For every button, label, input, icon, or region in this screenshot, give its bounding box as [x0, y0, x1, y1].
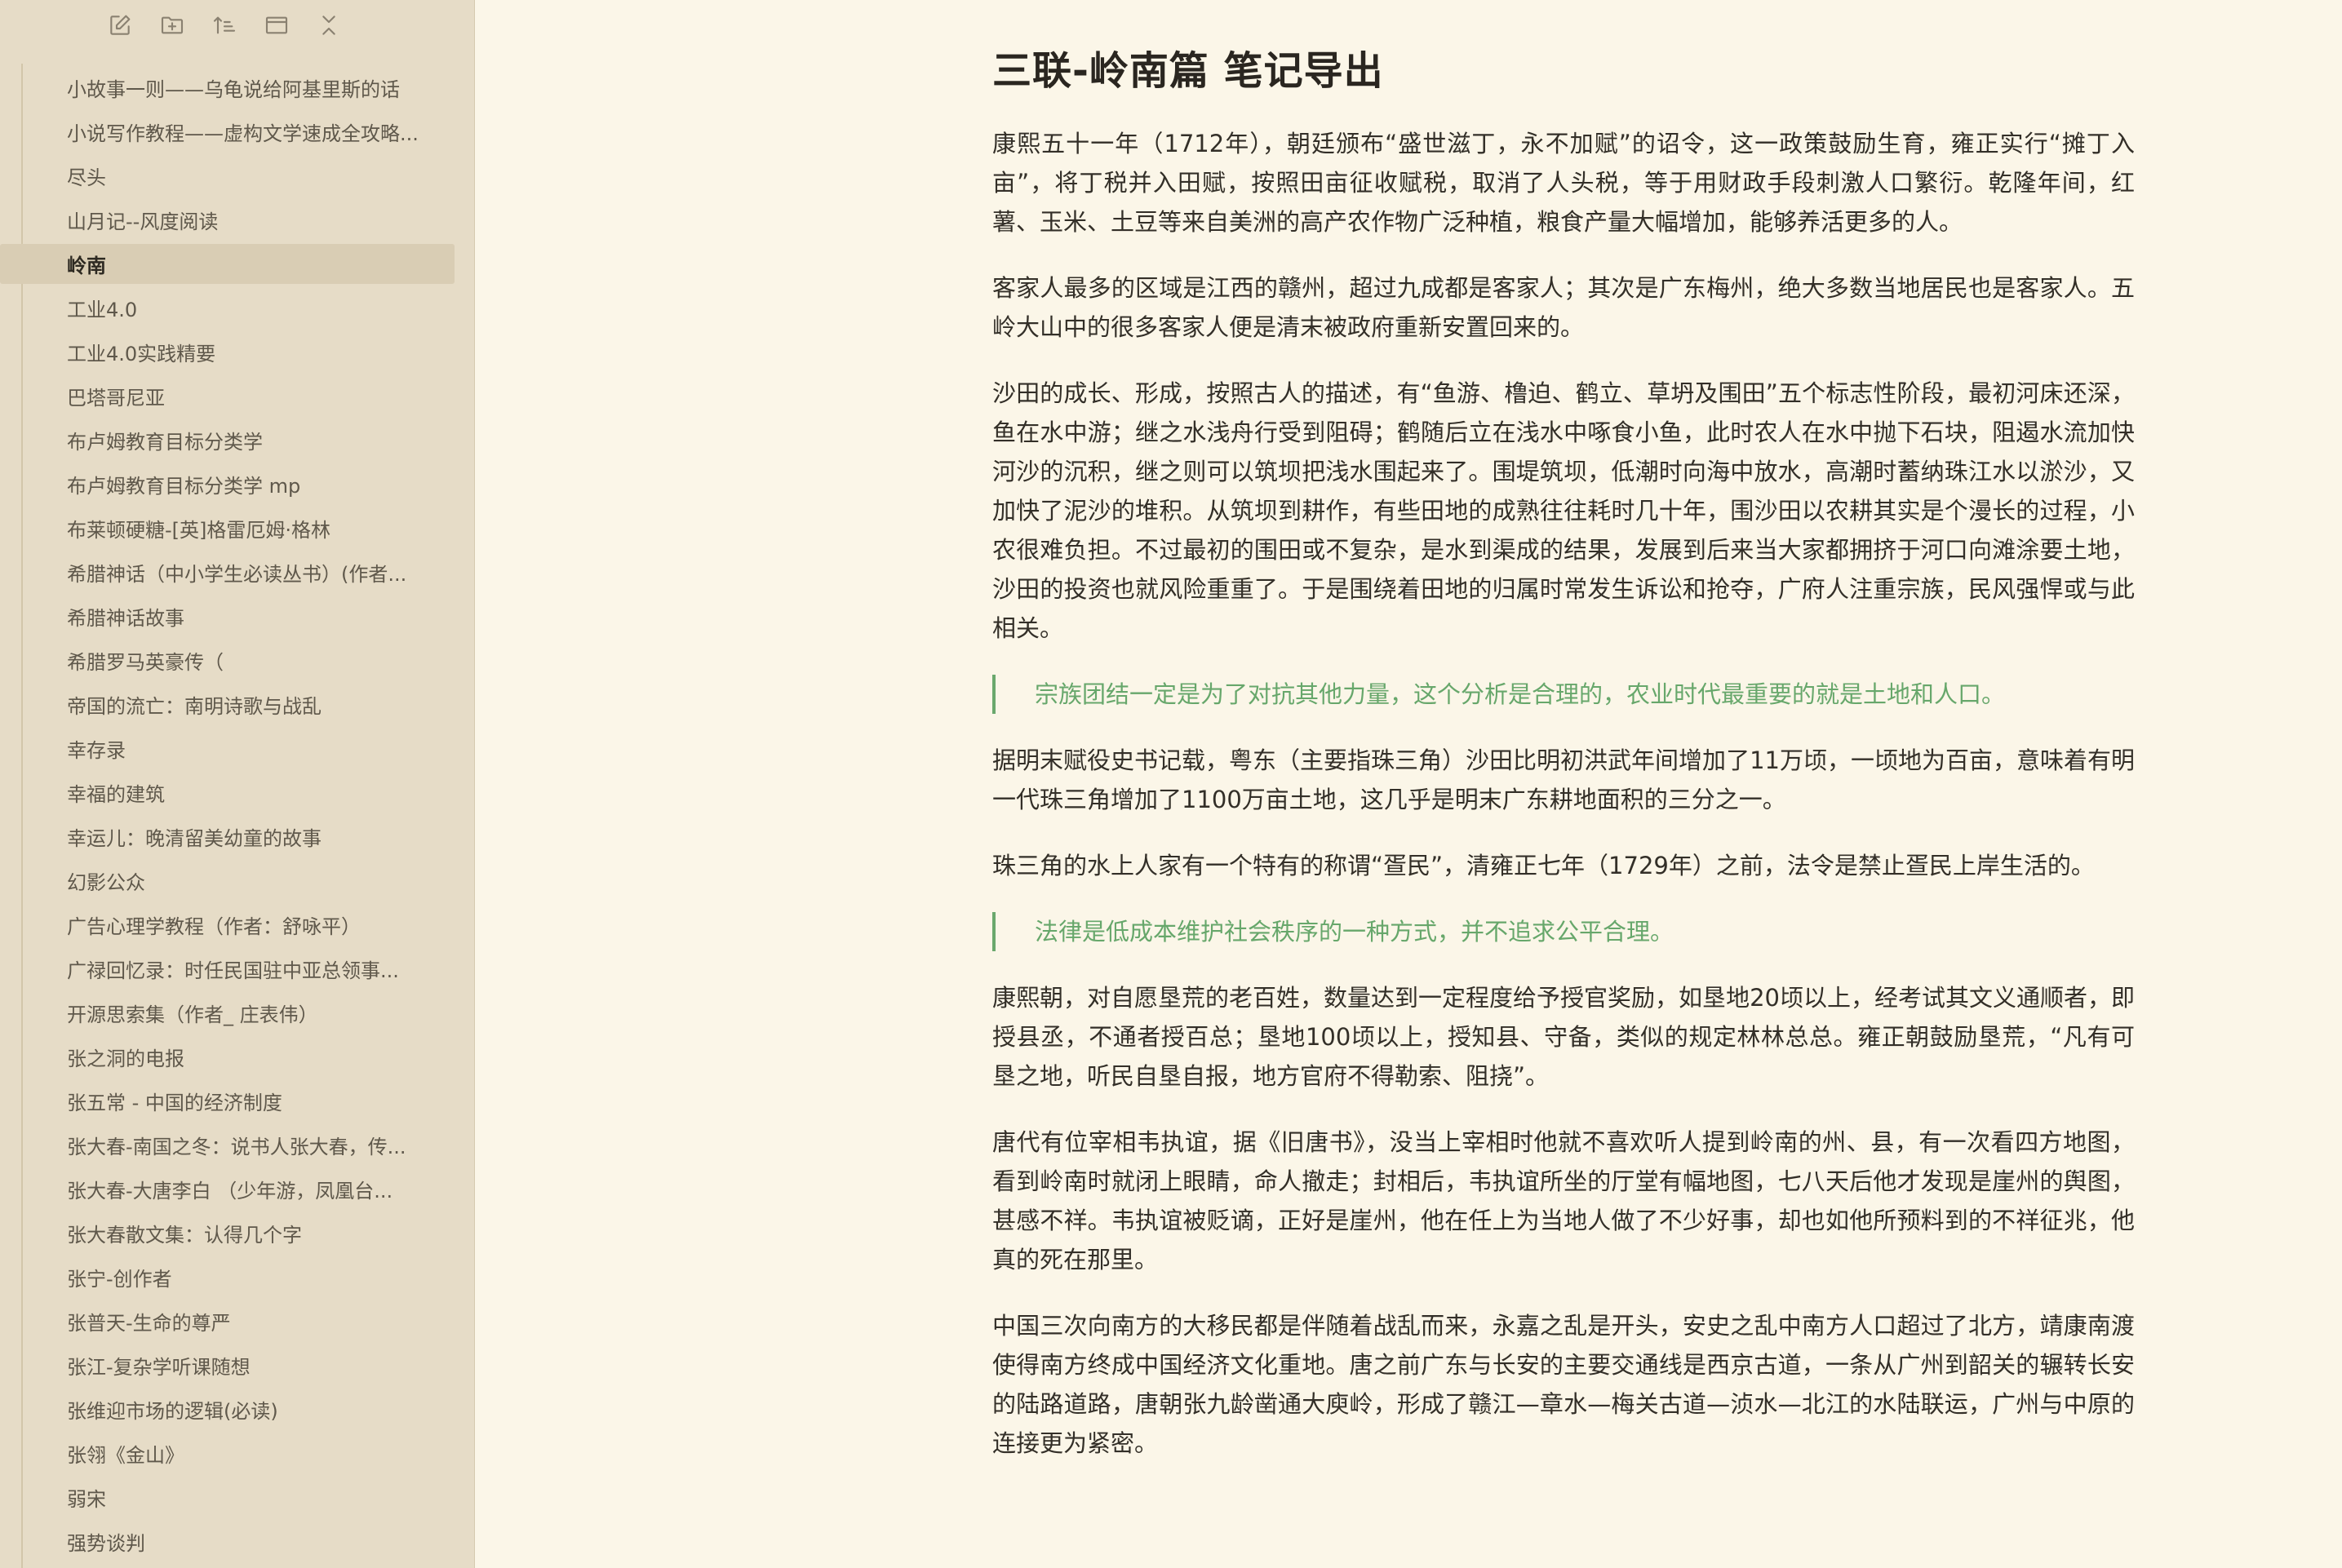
file-item-label: 希腊神话故事	[67, 607, 184, 630]
file-item-label: 广告心理学教程（作者：舒咏平）	[67, 915, 361, 938]
file-item-label: 弱宋	[67, 1488, 106, 1511]
file-item-label: 小故事一则——乌龟说给阿基里斯的话	[67, 78, 400, 101]
paragraph: 沙田的成长、形成，按照古人的描述，有“鱼游、橹迫、鹤立、草坍及围田”五个标志性阶…	[992, 379, 2135, 642]
file-item[interactable]: 张大春散文集：认得几个字	[0, 1213, 455, 1253]
new-note-button[interactable]	[106, 11, 134, 39]
paragraph: 中国三次向南方的大移民都是伴随着战乱而来，永嘉之乱是开头，安史之乱中南方人口超过…	[992, 1312, 2135, 1457]
file-item-label: 张普天-生命的尊严	[67, 1312, 231, 1335]
file-item[interactable]: 张翎《金山》	[0, 1433, 455, 1473]
paragraph: 珠三角的水上人家有一个特有的称谓“疍民”，清雍正七年（1729年）之前，法令是禁…	[992, 852, 2095, 879]
file-item-label: 张江-复杂学听课随想	[67, 1356, 251, 1379]
page-title: 三联-岭南篇 笔记导出	[992, 48, 1384, 94]
file-item[interactable]: 广告心理学教程（作者：舒咏平）	[0, 905, 455, 945]
file-list: 小故事一则——乌龟说给阿基里斯的话 小说写作教程——虚构文学速成全攻略... 尽头山…	[0, 68, 474, 1566]
file-item-label: 岭南	[67, 255, 106, 277]
file-item-label: 工业4.0	[67, 299, 138, 321]
file-item-label: 布卢姆教育目标分类学	[67, 431, 263, 454]
paragraph: 唐代有位宰相韦执谊，据《旧唐书》，没当上宰相时他就不喜欢听人提到岭南的州、县，有…	[992, 1128, 2135, 1273]
collapse-all-button[interactable]	[315, 11, 343, 39]
file-item[interactable]: 尽头	[0, 156, 455, 196]
file-item[interactable]: 小故事一则——乌龟说给阿基里斯的话	[0, 68, 455, 108]
file-item[interactable]: 希腊神话（中小学生必读丛书）(作者...	[0, 552, 455, 592]
file-item-label: 幸存录	[67, 739, 126, 762]
sidebar: 小故事一则——乌龟说给阿基里斯的话 小说写作教程——虚构文学速成全攻略... 尽头山…	[0, 0, 475, 1568]
file-item[interactable]: 张五常 - 中国的经济制度	[0, 1081, 455, 1121]
sort-icon	[213, 16, 236, 34]
file-item-label: 开源思索集（作者_ 庄表伟）	[67, 1003, 318, 1026]
file-item-label: 希腊罗马英豪传（	[67, 651, 224, 674]
file-item-label: 张大春-南国之冬：说书人张大春，传...	[67, 1136, 406, 1158]
file-item-label: 张宁-创作者	[67, 1268, 172, 1291]
file-item[interactable]: 张普天-生命的尊严	[0, 1301, 455, 1341]
file-item[interactable]: 布莱顿硬糖-[英]格雷厄姆·格林	[0, 508, 455, 548]
file-item-label: 张维迎市场的逻辑(必读)	[67, 1400, 278, 1423]
paragraph: 康熙朝，对自愿垦荒的老百姓，数量达到一定程度给予授官奖励，如垦地20顷以上，经考…	[992, 984, 2135, 1090]
file-item[interactable]: 布卢姆教育目标分类学	[0, 420, 455, 460]
file-item-label: 幻影公众	[67, 871, 145, 894]
file-item[interactable]: 幻影公众	[0, 861, 455, 901]
file-item[interactable]: 张大春-大唐李白 （少年游，凤凰台...	[0, 1169, 455, 1209]
file-item-label: 张翎《金山》	[67, 1444, 184, 1467]
file-item[interactable]: 山月记--风度阅读	[0, 200, 455, 240]
collapse-icon	[322, 16, 335, 35]
file-item[interactable]: 张江-复杂学听课随想	[0, 1345, 455, 1385]
file-item-label: 张大春散文集：认得几个字	[67, 1224, 302, 1247]
file-item-label: 小说写作教程——虚构文学速成全攻略...	[67, 122, 419, 145]
file-item-label: 张之洞的电报	[67, 1048, 184, 1070]
file-item[interactable]: 工业4.0	[0, 288, 455, 328]
file-item[interactable]: 布卢姆教育目标分类学 mp	[0, 464, 455, 504]
file-item[interactable]: 张宁-创作者	[0, 1257, 455, 1297]
file-item[interactable]: 巴塔哥尼亚	[0, 376, 455, 416]
new-folder-button[interactable]	[158, 11, 186, 39]
document-body: 康熙五十一年（1712年），朝廷颁布“盛世滋丁，永不加赋”的诏令，这一政策鼓励生…	[992, 124, 2135, 1463]
file-item-label: 张五常 - 中国的经济制度	[67, 1092, 282, 1114]
file-item-label: 广禄回忆录：时任民国驻中亚总领事...	[67, 959, 399, 982]
file-item[interactable]: 工业4.0实践精要	[0, 332, 455, 372]
file-item[interactable]: 强势谈判	[0, 1521, 455, 1561]
view-icon	[265, 16, 288, 34]
file-item-label: 巴塔哥尼亚	[67, 387, 165, 410]
file-item[interactable]: 张维迎市场的逻辑(必读)	[0, 1389, 455, 1429]
file-item[interactable]: 幸福的建筑	[0, 773, 455, 813]
file-item-label: 工业4.0实践精要	[67, 343, 216, 365]
sidebar-toolbar	[106, 11, 343, 39]
view-toggle-button[interactable]	[263, 11, 291, 39]
editor-pane: 三联-岭南篇 笔记导出 康熙五十一年（1712年），朝廷颁布“盛世滋丁，永不加赋…	[475, 0, 2342, 1568]
file-item-label: 布卢姆教育目标分类学 mp	[67, 475, 301, 498]
file-item-label: 尽头	[67, 166, 106, 189]
file-item-label: 幸福的建筑	[67, 783, 165, 806]
file-item-label: 布莱顿硬糖-[英]格雷厄姆·格林	[67, 519, 331, 542]
file-item-label: 山月记--风度阅读	[67, 210, 219, 233]
file-item-active[interactable]: 岭南	[0, 244, 455, 284]
file-item[interactable]: 张之洞的电报	[0, 1037, 455, 1077]
file-item[interactable]: 弱宋	[0, 1477, 455, 1517]
file-item[interactable]: 希腊神话故事	[0, 596, 455, 636]
sort-button[interactable]	[211, 11, 238, 39]
file-item[interactable]: 广禄回忆录：时任民国驻中亚总领事...	[0, 949, 455, 989]
file-item[interactable]: 希腊罗马英豪传（	[0, 640, 455, 680]
file-item-label: 幸运儿：晚清留美幼童的故事	[67, 827, 322, 850]
paragraph: 客家人最多的区域是江西的赣州，超过九成都是客家人；其次是广东梅州，绝大多数当地居…	[992, 274, 2135, 341]
blockquote: 法律是低成本维护社会秩序的一种方式，并不追求公平合理。	[992, 912, 2135, 951]
file-item-label: 强势谈判	[67, 1532, 145, 1555]
paragraph: 据明末赋役史书记载，粤东（主要指珠三角）沙田比明初洪武年间增加了11万顷，一顷地…	[992, 746, 2135, 813]
blockquote: 宗族团结一定是为了对抗其他力量，这个分析是合理的，农业时代最重要的就是土地和人口…	[992, 675, 2135, 714]
file-item-label: 张大春-大唐李白 （少年游，凤凰台...	[67, 1180, 393, 1203]
file-item[interactable]: 帝国的流亡：南明诗歌与战乱	[0, 684, 455, 724]
file-item[interactable]: 幸存录	[0, 729, 455, 768]
file-item[interactable]: 小说写作教程——虚构文学速成全攻略...	[0, 112, 455, 152]
document: 三联-岭南篇 笔记导出 康熙五十一年（1712年），朝廷颁布“盛世滋丁，永不加赋…	[992, 42, 2135, 1490]
app-window: 小故事一则——乌龟说给阿基里斯的话 小说写作教程——虚构文学速成全攻略... 尽头山…	[0, 0, 2342, 1568]
new-folder-icon	[161, 16, 184, 34]
file-item-label: 希腊神话（中小学生必读丛书）(作者...	[67, 563, 407, 586]
file-item-label: 帝国的流亡：南明诗歌与战乱	[67, 695, 322, 718]
file-item[interactable]: 开源思索集（作者_ 庄表伟）	[0, 993, 455, 1033]
paragraph: 康熙五十一年（1712年），朝廷颁布“盛世滋丁，永不加赋”的诏令，这一政策鼓励生…	[992, 130, 2135, 236]
file-item[interactable]: 幸运儿：晚清留美幼童的故事	[0, 817, 455, 857]
new-note-icon	[110, 15, 131, 35]
file-item[interactable]: 张大春-南国之冬：说书人张大春，传...	[0, 1125, 455, 1165]
